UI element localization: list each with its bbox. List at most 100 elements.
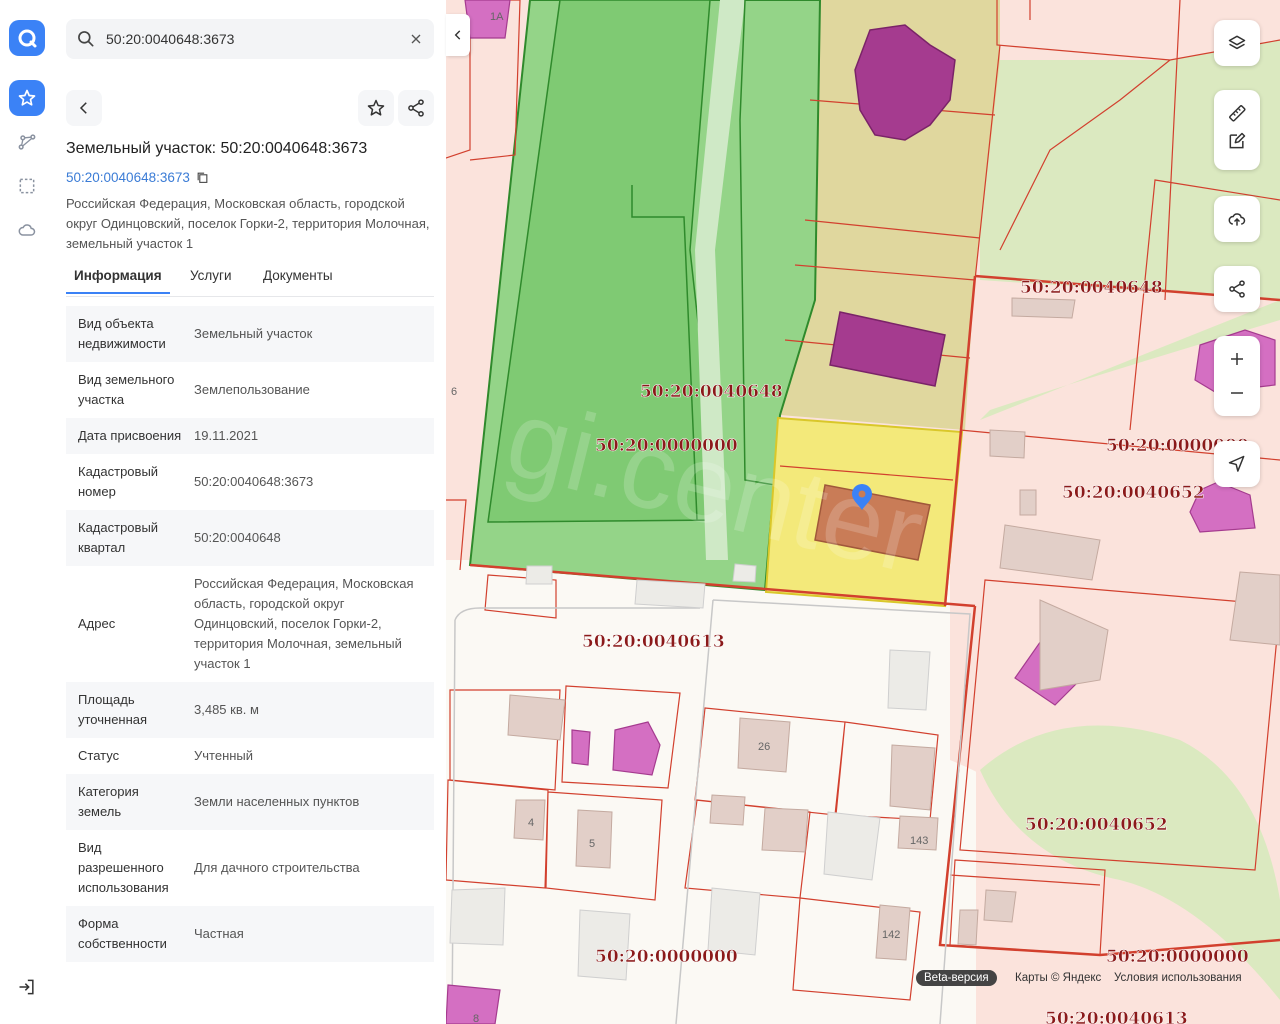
star-icon	[367, 99, 385, 116]
measure-tools	[1214, 90, 1260, 170]
info-value: Частная	[194, 926, 244, 941]
favorites-nav-button[interactable]	[9, 80, 45, 116]
info-row: Вид разрешенного использования Для дачног…	[66, 830, 434, 906]
cadastral-number-link[interactable]: 50:20:0040648:3673	[66, 170, 209, 185]
house-number: 8	[473, 1013, 479, 1024]
house-number: 6	[451, 386, 457, 398]
route-nav-button[interactable]	[9, 124, 45, 160]
quarter-label: 50:20:0040613	[582, 632, 725, 652]
house-number: 5	[589, 838, 595, 850]
info-value: 50:20:0040648	[194, 530, 281, 545]
info-value: 19.11.2021	[194, 428, 259, 443]
chevron-left-icon	[454, 30, 461, 40]
search-bar[interactable]: 50:20:0040648:3673	[66, 19, 434, 59]
zoom-out-button[interactable]	[1214, 370, 1260, 416]
info-row: Дата присвоения 19.11.2021	[66, 418, 434, 454]
upload-control[interactable]	[1214, 196, 1260, 242]
house-number: 4	[528, 817, 534, 829]
collapse-panel-button[interactable]	[446, 14, 470, 56]
info-panel: 50:20:0040648:3673 Земельный участок: 50…	[54, 0, 446, 1024]
quarter-label: 50:20:0040648	[640, 382, 783, 402]
app-logo[interactable]	[9, 20, 45, 56]
house-number: 1А	[490, 11, 504, 23]
tab-bar: Информация Услуги Документы	[66, 266, 434, 297]
back-button[interactable]	[66, 90, 102, 126]
info-row: Форма собственности Частная	[66, 906, 434, 962]
info-value: Для дачного строительства	[194, 860, 360, 875]
info-value: Российская Федерация, Московская область…	[194, 576, 414, 671]
copy-icon[interactable]	[196, 171, 209, 184]
info-value: Земли населенных пунктов	[194, 794, 360, 809]
chevron-left-icon	[79, 102, 87, 114]
beta-badge: Beta-версия	[916, 970, 997, 986]
info-value: Землепользование	[194, 382, 310, 397]
logout-button[interactable]	[10, 970, 44, 1004]
search-icon	[78, 31, 94, 47]
logout-icon	[19, 979, 34, 995]
page-title: Земельный участок: 50:20:0040648:3673	[66, 140, 368, 157]
route-icon	[18, 134, 36, 150]
share-icon	[408, 99, 424, 117]
share-map-control[interactable]	[1214, 266, 1260, 312]
info-row: Площадь уточненная 3,485 кв. м	[66, 682, 434, 738]
house-number: 26	[758, 741, 770, 753]
info-value: 50:20:0040648:3673	[194, 474, 314, 489]
info-label: Категория земель	[78, 784, 139, 819]
tab-documents[interactable]: Документы	[263, 268, 333, 294]
parcel-address: Российская Федерация, Московская область…	[66, 196, 430, 251]
layers-control[interactable]	[1214, 20, 1260, 66]
edit-button[interactable]	[1214, 124, 1260, 170]
quarter-label: 50:20:0000000	[1106, 947, 1249, 967]
info-label: Площадь уточненная	[78, 692, 148, 727]
cloud-nav-button[interactable]	[9, 212, 45, 248]
cloud-icon	[18, 224, 36, 236]
info-label: Вид объекта недвижимости	[78, 316, 166, 351]
info-row: Адрес Российская Федерация, Московская об…	[66, 566, 434, 682]
plus-icon	[1231, 353, 1243, 365]
quarter-label: 50:20:0040652	[1025, 815, 1168, 835]
left-rail	[0, 0, 55, 1024]
share-icon	[1229, 280, 1245, 298]
house-number: 142	[882, 929, 900, 941]
layers-icon	[1228, 35, 1246, 50]
quarter-label: 50:20:0040613	[1045, 1009, 1188, 1024]
close-icon[interactable]	[408, 31, 424, 47]
favorite-button[interactable]	[358, 90, 394, 126]
info-label: Адрес	[78, 616, 116, 631]
info-row: Вид объекта недвижимости Земельный участо…	[66, 306, 434, 362]
cadastral-number-text[interactable]: 50:20:0040648:3673	[66, 170, 190, 185]
info-label: Вид разрешенного использования	[78, 840, 169, 895]
info-value: Учтенный	[194, 748, 254, 763]
terms-link[interactable]: Условия использования	[1114, 972, 1242, 984]
info-label: Статус	[78, 748, 120, 763]
info-value: 3,485 кв. м	[194, 702, 259, 717]
cloud-upload-icon	[1228, 213, 1246, 226]
map-view[interactable]: gi.center 50:20:0040648 50:20:0040648 50…	[446, 0, 1280, 1024]
geolocation-control[interactable]	[1214, 441, 1260, 487]
share-button[interactable]	[398, 90, 434, 126]
ruler-icon	[1229, 105, 1246, 122]
tab-services[interactable]: Услуги	[190, 268, 232, 294]
info-label: Кадастровый номер	[78, 464, 159, 499]
selection-icon	[19, 178, 35, 194]
select-area-nav-button[interactable]	[9, 168, 45, 204]
tab-information[interactable]: Информация	[66, 268, 170, 294]
info-row: Кадастровый номер 50:20:0040648:3673	[66, 454, 434, 510]
star-icon	[18, 89, 36, 106]
info-table: Вид объекта недвижимости Земельный участо…	[66, 306, 434, 962]
info-row: Вид земельного участка Землепользование	[66, 362, 434, 418]
info-row: Категория земель Земли населенных пунктов	[66, 774, 434, 830]
quarter-label: 50:20:0000000	[595, 436, 738, 456]
quarter-label: 50:20:0000000	[595, 947, 738, 967]
info-label: Дата присвоения	[78, 428, 182, 443]
info-label: Форма собственности	[78, 916, 167, 951]
quarter-label: 50:20:0040648	[1020, 278, 1163, 298]
map-attribution[interactable]: Карты © Яндекс	[1015, 972, 1101, 984]
info-row: Кадастровый квартал 50:20:0040648	[66, 510, 434, 566]
info-label: Вид земельного участка	[78, 372, 175, 407]
edit-icon	[1229, 132, 1246, 149]
navigation-arrow-icon	[1228, 455, 1245, 472]
info-label: Кадастровый квартал	[78, 520, 159, 555]
cadastral-map[interactable]: gi.center 50:20:0040648 50:20:0040648 50…	[446, 0, 1280, 1024]
search-input[interactable]: 50:20:0040648:3673	[106, 31, 234, 47]
